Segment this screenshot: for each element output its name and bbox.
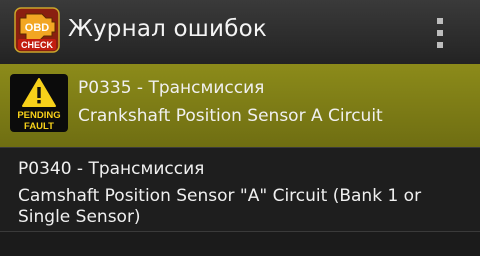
page-title: Журнал ошибок	[68, 16, 267, 42]
error-code: P0335 - Трансмиссия	[78, 78, 265, 98]
overflow-menu-icon[interactable]	[430, 18, 450, 48]
overflow-dot	[437, 42, 443, 48]
warning-triangle-icon	[22, 78, 56, 107]
error-list: PENDING FAULT P0335 - Трансмиссия Cranksh…	[0, 64, 480, 232]
error-code: P0340 - Трансмиссия	[18, 159, 205, 179]
error-description: Crankshaft Position Sensor A Circuit	[78, 106, 383, 126]
list-item[interactable]: P0340 - Трансмиссия Camshaft Position Se…	[0, 148, 480, 232]
overflow-dot	[437, 18, 443, 24]
error-description: Camshaft Position Sensor "A" Circuit (Ba…	[18, 186, 422, 227]
badge-label: PENDING FAULT	[17, 110, 61, 132]
obd-check-engine-icon[interactable]: OBD CHECK	[14, 6, 60, 54]
list-item[interactable]: PENDING FAULT P0335 - Трансмиссия Cranksh…	[0, 64, 480, 148]
pending-fault-badge: PENDING FAULT	[10, 74, 68, 132]
icon-text-check: CHECK	[21, 40, 54, 50]
overflow-dot	[437, 30, 443, 36]
icon-text-obd: OBD	[25, 22, 50, 34]
action-bar: OBD CHECK Журнал ошибок	[0, 0, 480, 65]
